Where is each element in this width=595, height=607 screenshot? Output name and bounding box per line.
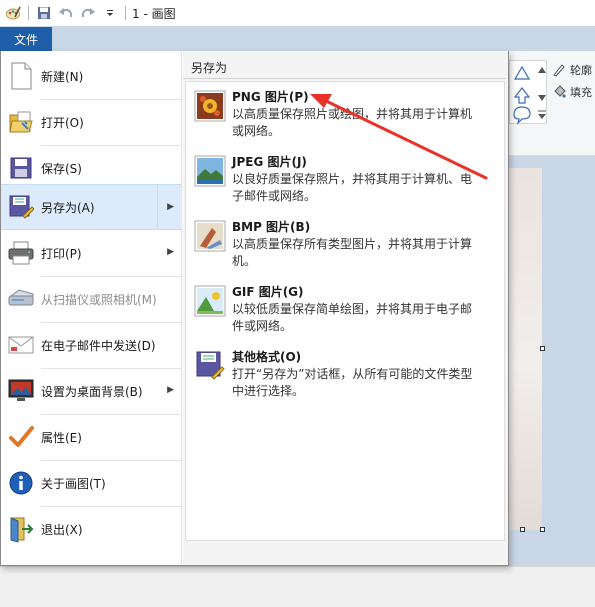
menu-item-label: 打开(O) xyxy=(41,115,84,130)
gif-image-icon xyxy=(194,285,226,317)
menu-item-label: 新建(N) xyxy=(41,69,84,84)
file-tab[interactable]: 文件 xyxy=(0,27,52,51)
menu-item-new[interactable]: 新建(N) xyxy=(1,53,182,99)
file-menu-commands: 新建(N) 打开(O) 保存(S) 另存为(A) ▶ 打印(P) ▶ 从扫描仪或… xyxy=(1,51,182,565)
outline-button[interactable]: 轮廓 xyxy=(552,62,592,78)
menu-item-about-paint[interactable]: 关于画图(T) xyxy=(1,460,182,506)
save-as-heading: 另存为 xyxy=(183,57,505,79)
outline-icon xyxy=(552,63,566,77)
status-bar xyxy=(0,566,595,607)
submenu-arrow-icon[interactable]: ▶ xyxy=(167,247,174,257)
open-folder-icon xyxy=(1,99,41,145)
save-as-icon xyxy=(1,184,41,230)
save-option-gif[interactable]: GIF 图片(G) 以较低质量保存简单绘图，并将其用于电子邮件或网络。 xyxy=(192,279,497,343)
title-bar: 1 - 画图 xyxy=(0,0,595,26)
save-option-jpeg[interactable]: JPEG 图片(J) 以良好质量保存照片，并将其用于计算机、电子邮件或网络。 xyxy=(192,149,497,213)
save-as-options: PNG 图片(P) 以高质量保存照片或绘图，并将其用于计算机或网络。 JPEG … xyxy=(185,81,505,541)
paint-app-icon[interactable] xyxy=(4,4,22,22)
menu-item-label: 另存为(A) xyxy=(41,200,95,215)
menu-item-label: 打印(P) xyxy=(41,246,82,261)
save-icon[interactable] xyxy=(35,4,53,22)
menu-item-label: 从扫描仪或照相机(M) xyxy=(41,292,157,307)
save-option-bmp[interactable]: BMP 图片(B) 以高质量保存所有类型图片，并将其用于计算机。 xyxy=(192,214,497,278)
toolbar-separator xyxy=(28,6,29,20)
option-title: PNG 图片(P) xyxy=(232,90,309,104)
option-title: 其他格式(O) xyxy=(232,350,302,364)
menu-item-from-scanner: 从扫描仪或照相机(M) xyxy=(1,276,182,322)
new-document-icon xyxy=(1,53,41,99)
shapes-gallery[interactable] xyxy=(509,60,547,125)
submenu-arrow-icon[interactable]: ▶ xyxy=(167,202,174,212)
menu-item-exit[interactable]: 退出(X) xyxy=(1,506,182,552)
menu-item-set-desktop-background[interactable]: 设置为桌面背景(B) ▶ xyxy=(1,368,182,414)
file-menu: 新建(N) 打开(O) 保存(S) 另存为(A) ▶ 打印(P) ▶ 从扫描仪或… xyxy=(0,51,509,566)
option-description: 以高质量保存所有类型图片，并将其用于计算机。 xyxy=(232,237,473,268)
customize-dropdown-icon[interactable] xyxy=(101,4,119,22)
desktop-background-icon xyxy=(1,368,41,414)
outline-label: 轮廓 xyxy=(570,64,592,77)
menu-item-save-as[interactable]: 另存为(A) ▶ xyxy=(1,184,182,230)
menu-item-print[interactable]: 打印(P) ▶ xyxy=(1,230,182,276)
fill-label: 填充 xyxy=(570,86,592,99)
email-icon xyxy=(1,322,41,368)
menu-item-label: 在电子邮件中发送(D) xyxy=(41,338,156,353)
fill-bucket-icon xyxy=(552,85,566,99)
option-description: 以高质量保存照片或绘图，并将其用于计算机或网络。 xyxy=(232,107,473,138)
submenu-arrow-icon[interactable]: ▶ xyxy=(167,385,174,395)
window-title: 1 - 画图 xyxy=(132,6,176,21)
fill-button[interactable]: 填充 xyxy=(552,84,592,100)
scanner-icon xyxy=(1,276,41,322)
menu-item-properties[interactable]: 属性(E) xyxy=(1,414,182,460)
jpeg-image-icon xyxy=(194,155,226,187)
resize-handle-bottom[interactable] xyxy=(520,527,525,532)
option-title: BMP 图片(B) xyxy=(232,220,311,234)
drawing-canvas[interactable] xyxy=(509,168,542,530)
option-title: GIF 图片(G) xyxy=(232,285,304,299)
menu-item-open[interactable]: 打开(O) xyxy=(1,99,182,145)
save-option-other-formats[interactable]: 其他格式(O) 打开“另存为”对话框，从所有可能的文件类型中进行选择。 xyxy=(192,344,497,408)
menu-item-label: 退出(X) xyxy=(41,522,83,537)
option-description: 以良好质量保存照片，并将其用于计算机、电子邮件或网络。 xyxy=(232,172,473,203)
menu-item-label: 保存(S) xyxy=(41,161,82,176)
option-title: JPEG 图片(J) xyxy=(232,155,307,169)
save-as-panel: 另存为 PNG 图片(P) 以高质量保存照片或绘图，并将其用于计算机或网络。 J… xyxy=(183,51,508,565)
menu-item-label: 设置为桌面背景(B) xyxy=(41,384,143,399)
redo-icon[interactable] xyxy=(79,4,97,22)
menu-item-label: 关于画图(T) xyxy=(41,476,106,491)
printer-icon xyxy=(1,230,41,276)
menu-item-label: 属性(E) xyxy=(41,430,82,445)
other-formats-icon xyxy=(194,350,226,382)
submenu-split-line xyxy=(157,185,158,229)
resize-handle-right[interactable] xyxy=(540,346,545,351)
undo-icon[interactable] xyxy=(57,4,75,22)
bmp-image-icon xyxy=(194,220,226,252)
toolbar-separator xyxy=(125,6,126,20)
info-icon xyxy=(1,460,41,506)
menu-item-send-email[interactable]: 在电子邮件中发送(D) xyxy=(1,322,182,368)
exit-icon xyxy=(1,506,41,552)
option-description: 打开“另存为”对话框，从所有可能的文件类型中进行选择。 xyxy=(232,367,473,398)
png-image-icon xyxy=(194,90,226,122)
option-description: 以较低质量保存简单绘图，并将其用于电子邮件或网络。 xyxy=(232,302,473,333)
save-option-png[interactable]: PNG 图片(P) 以高质量保存照片或绘图，并将其用于计算机或网络。 xyxy=(192,84,497,148)
resize-handle-corner[interactable] xyxy=(540,527,545,532)
properties-checkmark-icon xyxy=(1,414,41,460)
